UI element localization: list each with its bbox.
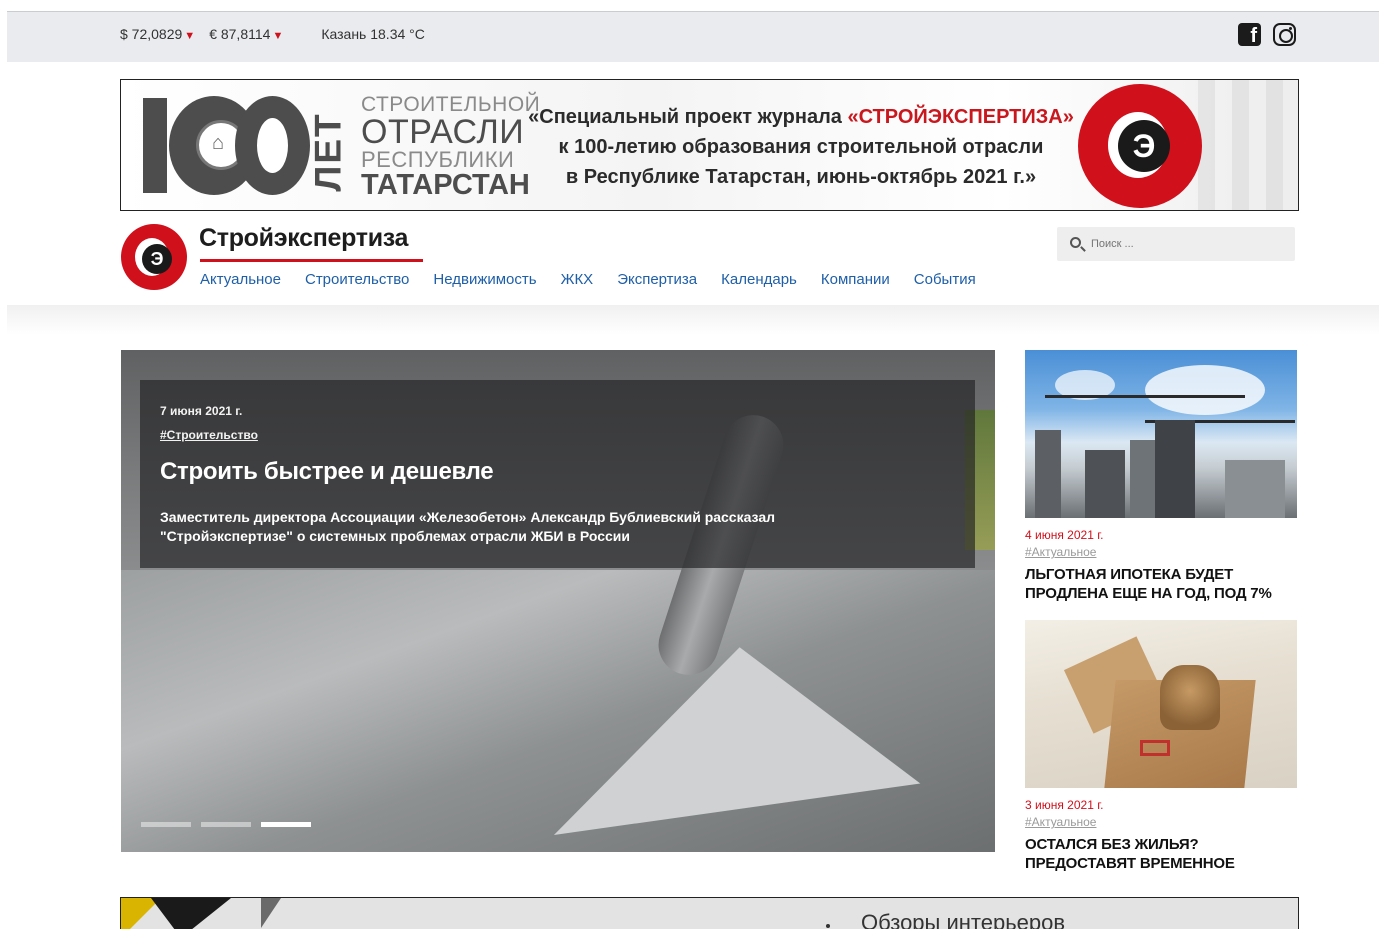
search-icon[interactable]	[1070, 237, 1081, 248]
news-card-title[interactable]: Остался без жилья? Предоставят временное	[1025, 835, 1297, 873]
nav-item-ekspertiza[interactable]: Экспертиза	[617, 271, 697, 288]
usd-rate: $ 72,0829 ▼	[120, 26, 196, 42]
hero-lead: Заместитель директора Ассоциации «Железо…	[160, 509, 776, 544]
anniversary-banner[interactable]: ⌂ ЛЕТ СТРОИТЕЛЬНОЙ ОТРАСЛИ РЕСПУБЛИКИ ТА…	[120, 79, 1299, 211]
building-icon: ⌂	[212, 132, 225, 154]
hero-tag[interactable]: #Строительство	[160, 428, 258, 442]
main-nav: Актуальное Строительство Недвижимость ЖК…	[200, 271, 1000, 288]
facebook-icon[interactable]: f	[1238, 23, 1261, 46]
news-card-image[interactable]	[1025, 620, 1297, 788]
hero-date: 7 июня 2021 г.	[160, 404, 243, 418]
bottom-ad-banner[interactable]: Обзоры интерьеров	[120, 897, 1299, 929]
news-card[interactable]: 3 июня 2021 г. #Актуальное Остался без ж…	[1025, 620, 1297, 873]
down-arrow-icon: ▼	[184, 30, 196, 42]
nav-item-stroitelstvo[interactable]: Строительство	[305, 271, 409, 288]
nav-item-kalendar[interactable]: Календарь	[721, 271, 797, 288]
search-box	[1057, 227, 1295, 261]
slider-dot-active[interactable]	[261, 822, 311, 827]
instagram-icon[interactable]	[1273, 23, 1296, 46]
news-card-date: 3 июня 2021 г.	[1025, 798, 1104, 812]
nav-item-nedvizhimost[interactable]: Недвижимость	[433, 271, 536, 288]
banner-org-text: СТРОИТЕЛЬНОЙ ОТРАСЛИ РЕСПУБЛИКИ ТАТАРСТА…	[361, 93, 541, 201]
top-info-bar: $ 72,0829 ▼ € 87,8114 ▼ Казань 18.34 °C f	[7, 11, 1379, 62]
weather-readout: Казань 18.34 °C	[321, 26, 425, 42]
site-name[interactable]: Стройэкспертиза	[199, 224, 408, 253]
nav-item-sobytiya[interactable]: События	[914, 271, 976, 288]
banner-brand-logo: Э	[1078, 84, 1202, 208]
search-input[interactable]	[1091, 233, 1281, 255]
hero-title[interactable]: Строить быстрее и дешевле	[160, 458, 494, 486]
header-shadow	[7, 305, 1379, 335]
slider-dots	[141, 822, 311, 827]
site-name-underline	[200, 259, 423, 262]
social-links: f	[1238, 23, 1296, 46]
nav-item-kompanii[interactable]: Компании	[821, 271, 890, 288]
news-card-date: 4 июня 2021 г.	[1025, 528, 1104, 542]
banner-100-logo: ⌂	[141, 96, 311, 196]
nav-item-zhkh[interactable]: ЖКХ	[561, 271, 594, 288]
news-card-image[interactable]	[1025, 350, 1297, 518]
currency-weather-ticker: $ 72,0829 ▼ € 87,8114 ▼ Казань 18.34 °C	[120, 26, 425, 42]
down-arrow-icon: ▼	[272, 30, 284, 42]
news-card-title[interactable]: Льготная ипотека будет продлена еще на г…	[1025, 565, 1297, 603]
news-card-tag[interactable]: #Актуальное	[1025, 815, 1297, 829]
banner-decoration	[1198, 80, 1298, 210]
slider-dot[interactable]	[201, 822, 251, 827]
nav-item-aktualnoe[interactable]: Актуальное	[200, 271, 281, 288]
news-card[interactable]: 4 июня 2021 г. #Актуальное Льготная ипот…	[1025, 350, 1297, 603]
banner-let: ЛЕТ	[307, 112, 349, 192]
bottom-banner-text: Обзоры интерьеров	[861, 910, 1066, 929]
bullet-icon	[826, 924, 830, 928]
hero-slider[interactable]: 7 июня 2021 г. #Строительство Строить бы…	[121, 350, 995, 852]
site-logo[interactable]: Э	[121, 224, 187, 290]
eur-rate: € 87,8114 ▼	[209, 26, 284, 42]
news-card-tag[interactable]: #Актуальное	[1025, 545, 1297, 559]
slider-dot[interactable]	[141, 822, 191, 827]
banner-headline: «Специальный проект журнала «СТРОЙЭКСПЕР…	[528, 106, 1074, 188]
hero-caption: 7 июня 2021 г. #Строительство Строить бы…	[140, 380, 975, 568]
